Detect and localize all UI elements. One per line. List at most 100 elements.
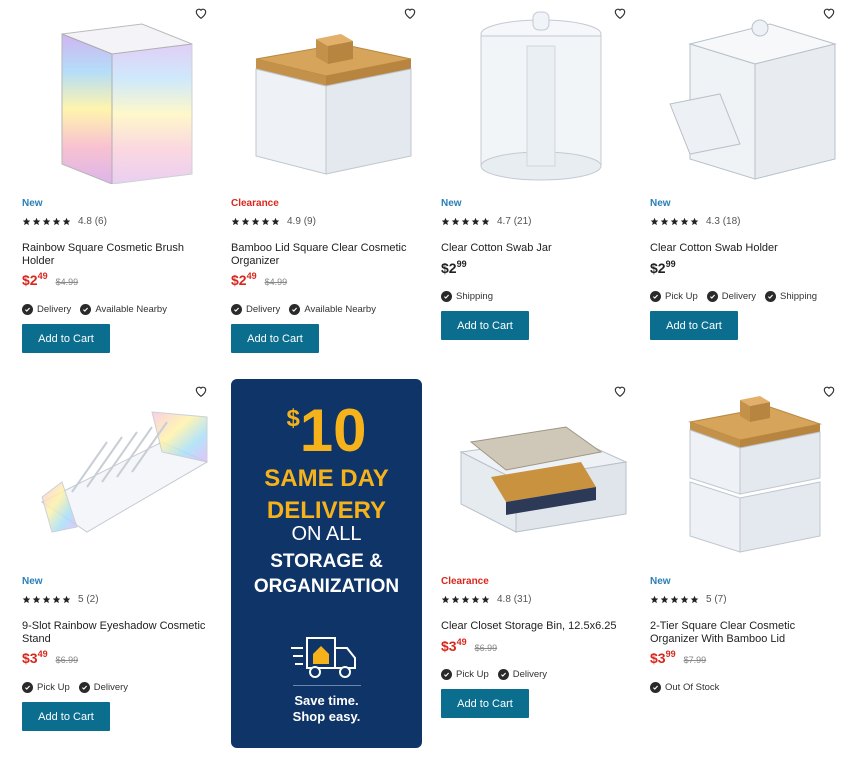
wishlist-heart-icon[interactable] bbox=[401, 4, 419, 22]
fulfillment-options: Pick Up Delivery Shipping bbox=[650, 291, 826, 302]
review-count: (7) bbox=[714, 594, 727, 605]
product-title[interactable]: 2-Tier Square Clear Cosmetic Organizer W… bbox=[650, 620, 840, 646]
fulfillment-label: Pick Up bbox=[37, 682, 70, 693]
rating: 4.9 (9) bbox=[231, 216, 316, 227]
rating-value: 5 bbox=[78, 594, 84, 605]
review-count: (2) bbox=[86, 594, 99, 605]
check-circle-icon bbox=[22, 304, 33, 315]
promo-headline-line1: SAME DAY bbox=[264, 465, 389, 492]
product-image[interactable] bbox=[441, 0, 641, 188]
rating-value: 4.8 bbox=[497, 594, 511, 605]
sale-price: $349 bbox=[441, 637, 467, 654]
review-count: (21) bbox=[513, 216, 532, 227]
check-circle-icon bbox=[80, 304, 92, 315]
fulfillment-chip: Pick Up bbox=[22, 682, 70, 693]
fulfillment-label: Shipping bbox=[780, 291, 818, 302]
fulfillment-label: Delivery bbox=[246, 304, 281, 315]
rating: 4.8 (6) bbox=[22, 216, 107, 227]
promo-headline-line5: ORGANIZATION bbox=[253, 576, 400, 597]
fulfillment-label: Shipping bbox=[456, 291, 493, 302]
fulfillment-options: Out Of Stock bbox=[650, 682, 728, 693]
promo-banner[interactable]: $10 SAME DAY DELIVERY ON ALL STORAGE & O… bbox=[231, 379, 422, 748]
original-price: $4.99 bbox=[55, 277, 79, 287]
add-to-cart-button[interactable]: Add to Cart bbox=[441, 311, 529, 340]
fulfillment-chip: Available Nearby bbox=[289, 304, 376, 315]
product-image[interactable] bbox=[650, 378, 850, 566]
product-title[interactable]: Clear Cotton Swab Jar bbox=[441, 242, 631, 255]
new-badge: New bbox=[22, 576, 43, 587]
review-count: (18) bbox=[722, 216, 741, 227]
product-image[interactable] bbox=[441, 378, 641, 566]
fulfillment-chip: Delivery bbox=[497, 669, 547, 680]
rating-value: 4.9 bbox=[287, 216, 301, 227]
wishlist-heart-icon[interactable] bbox=[192, 382, 210, 400]
rating: 4.3 (18) bbox=[650, 216, 740, 227]
add-to-cart-button[interactable]: Add to Cart bbox=[650, 311, 738, 340]
price: $299 bbox=[650, 259, 676, 276]
fulfillment-label: Available Nearby bbox=[304, 304, 376, 315]
promo-tagline-1: Save time. bbox=[294, 693, 359, 708]
price: $399 $7.99 bbox=[650, 649, 707, 666]
add-to-cart-button[interactable]: Add to Cart bbox=[22, 702, 110, 731]
product-image[interactable] bbox=[22, 0, 222, 188]
check-circle-icon bbox=[441, 669, 452, 680]
fulfillment-chip: Shipping bbox=[441, 291, 493, 302]
wishlist-heart-icon[interactable] bbox=[611, 4, 629, 22]
add-to-cart-button[interactable]: Add to Cart bbox=[231, 324, 319, 353]
fulfillment-options: Delivery Available Nearby bbox=[22, 304, 176, 315]
fulfillment-options: Pick Up Delivery bbox=[22, 682, 137, 693]
add-to-cart-button[interactable]: Add to Cart bbox=[22, 324, 110, 353]
review-count: (31) bbox=[513, 594, 532, 605]
price: $349 $6.99 bbox=[22, 649, 79, 666]
fulfillment-chip: Delivery bbox=[78, 682, 129, 693]
check-circle-icon bbox=[441, 291, 452, 302]
promo-headline-line4: STORAGE & bbox=[270, 551, 383, 572]
price: $249 $4.99 bbox=[22, 271, 79, 288]
star-rating-icon bbox=[231, 217, 281, 226]
wishlist-heart-icon[interactable] bbox=[611, 382, 629, 400]
check-circle-icon bbox=[650, 682, 661, 693]
original-price: $7.99 bbox=[683, 655, 707, 665]
eyeshadow-stand-image bbox=[41, 411, 209, 533]
product-title[interactable]: Bamboo Lid Square Clear Cosmetic Organiz… bbox=[231, 242, 421, 268]
clearance-badge: Clearance bbox=[441, 576, 489, 587]
fulfillment-label: Pick Up bbox=[665, 291, 698, 302]
product-image[interactable] bbox=[231, 0, 431, 188]
new-badge: New bbox=[650, 198, 671, 209]
two-tier-organizer-image bbox=[688, 396, 822, 553]
cotton-swab-holder-image bbox=[669, 19, 837, 180]
product-title[interactable]: 9-Slot Rainbow Eyeshadow Cosmetic Stand bbox=[22, 620, 212, 646]
wishlist-heart-icon[interactable] bbox=[192, 4, 210, 22]
review-count: (6) bbox=[94, 216, 107, 227]
rating-value: 4.8 bbox=[78, 216, 92, 227]
star-rating-icon bbox=[441, 595, 491, 604]
product-image[interactable] bbox=[650, 0, 850, 188]
original-price: $6.99 bbox=[55, 655, 79, 665]
fulfillment-options: Delivery Available Nearby bbox=[231, 304, 385, 315]
sale-price: $399 bbox=[650, 649, 676, 666]
rainbow-brush-holder-image bbox=[61, 23, 193, 184]
original-price: $4.99 bbox=[264, 277, 288, 287]
product-image[interactable] bbox=[22, 378, 222, 566]
product-title[interactable]: Clear Cotton Swab Holder bbox=[650, 242, 840, 255]
wishlist-heart-icon[interactable] bbox=[820, 4, 838, 22]
closet-storage-bin-image bbox=[459, 426, 628, 533]
fulfillment-chip: Pick Up bbox=[650, 291, 698, 302]
fulfillment-chip: Delivery bbox=[231, 304, 280, 315]
sale-price: $249 bbox=[231, 271, 257, 288]
fulfillment-label: Delivery bbox=[721, 291, 757, 302]
promo-tagline-2: Shop easy. bbox=[292, 709, 361, 724]
wishlist-heart-icon[interactable] bbox=[820, 382, 838, 400]
new-badge: New bbox=[650, 576, 671, 587]
product-title[interactable]: Rainbow Square Cosmetic Brush Holder bbox=[22, 242, 212, 268]
clearance-badge: Clearance bbox=[231, 198, 279, 209]
fulfillment-label: Delivery bbox=[93, 682, 129, 693]
star-rating-icon bbox=[650, 595, 700, 604]
product-title[interactable]: Clear Closet Storage Bin, 12.5x6.25 bbox=[441, 620, 631, 633]
price-value: $299 bbox=[441, 259, 467, 276]
fulfillment-chip: Shipping bbox=[765, 291, 817, 302]
fulfillment-options: Pick Up Delivery bbox=[441, 669, 556, 680]
add-to-cart-button[interactable]: Add to Cart bbox=[441, 689, 529, 718]
fulfillment-label: Pick Up bbox=[456, 669, 489, 680]
review-count: (9) bbox=[303, 216, 316, 227]
